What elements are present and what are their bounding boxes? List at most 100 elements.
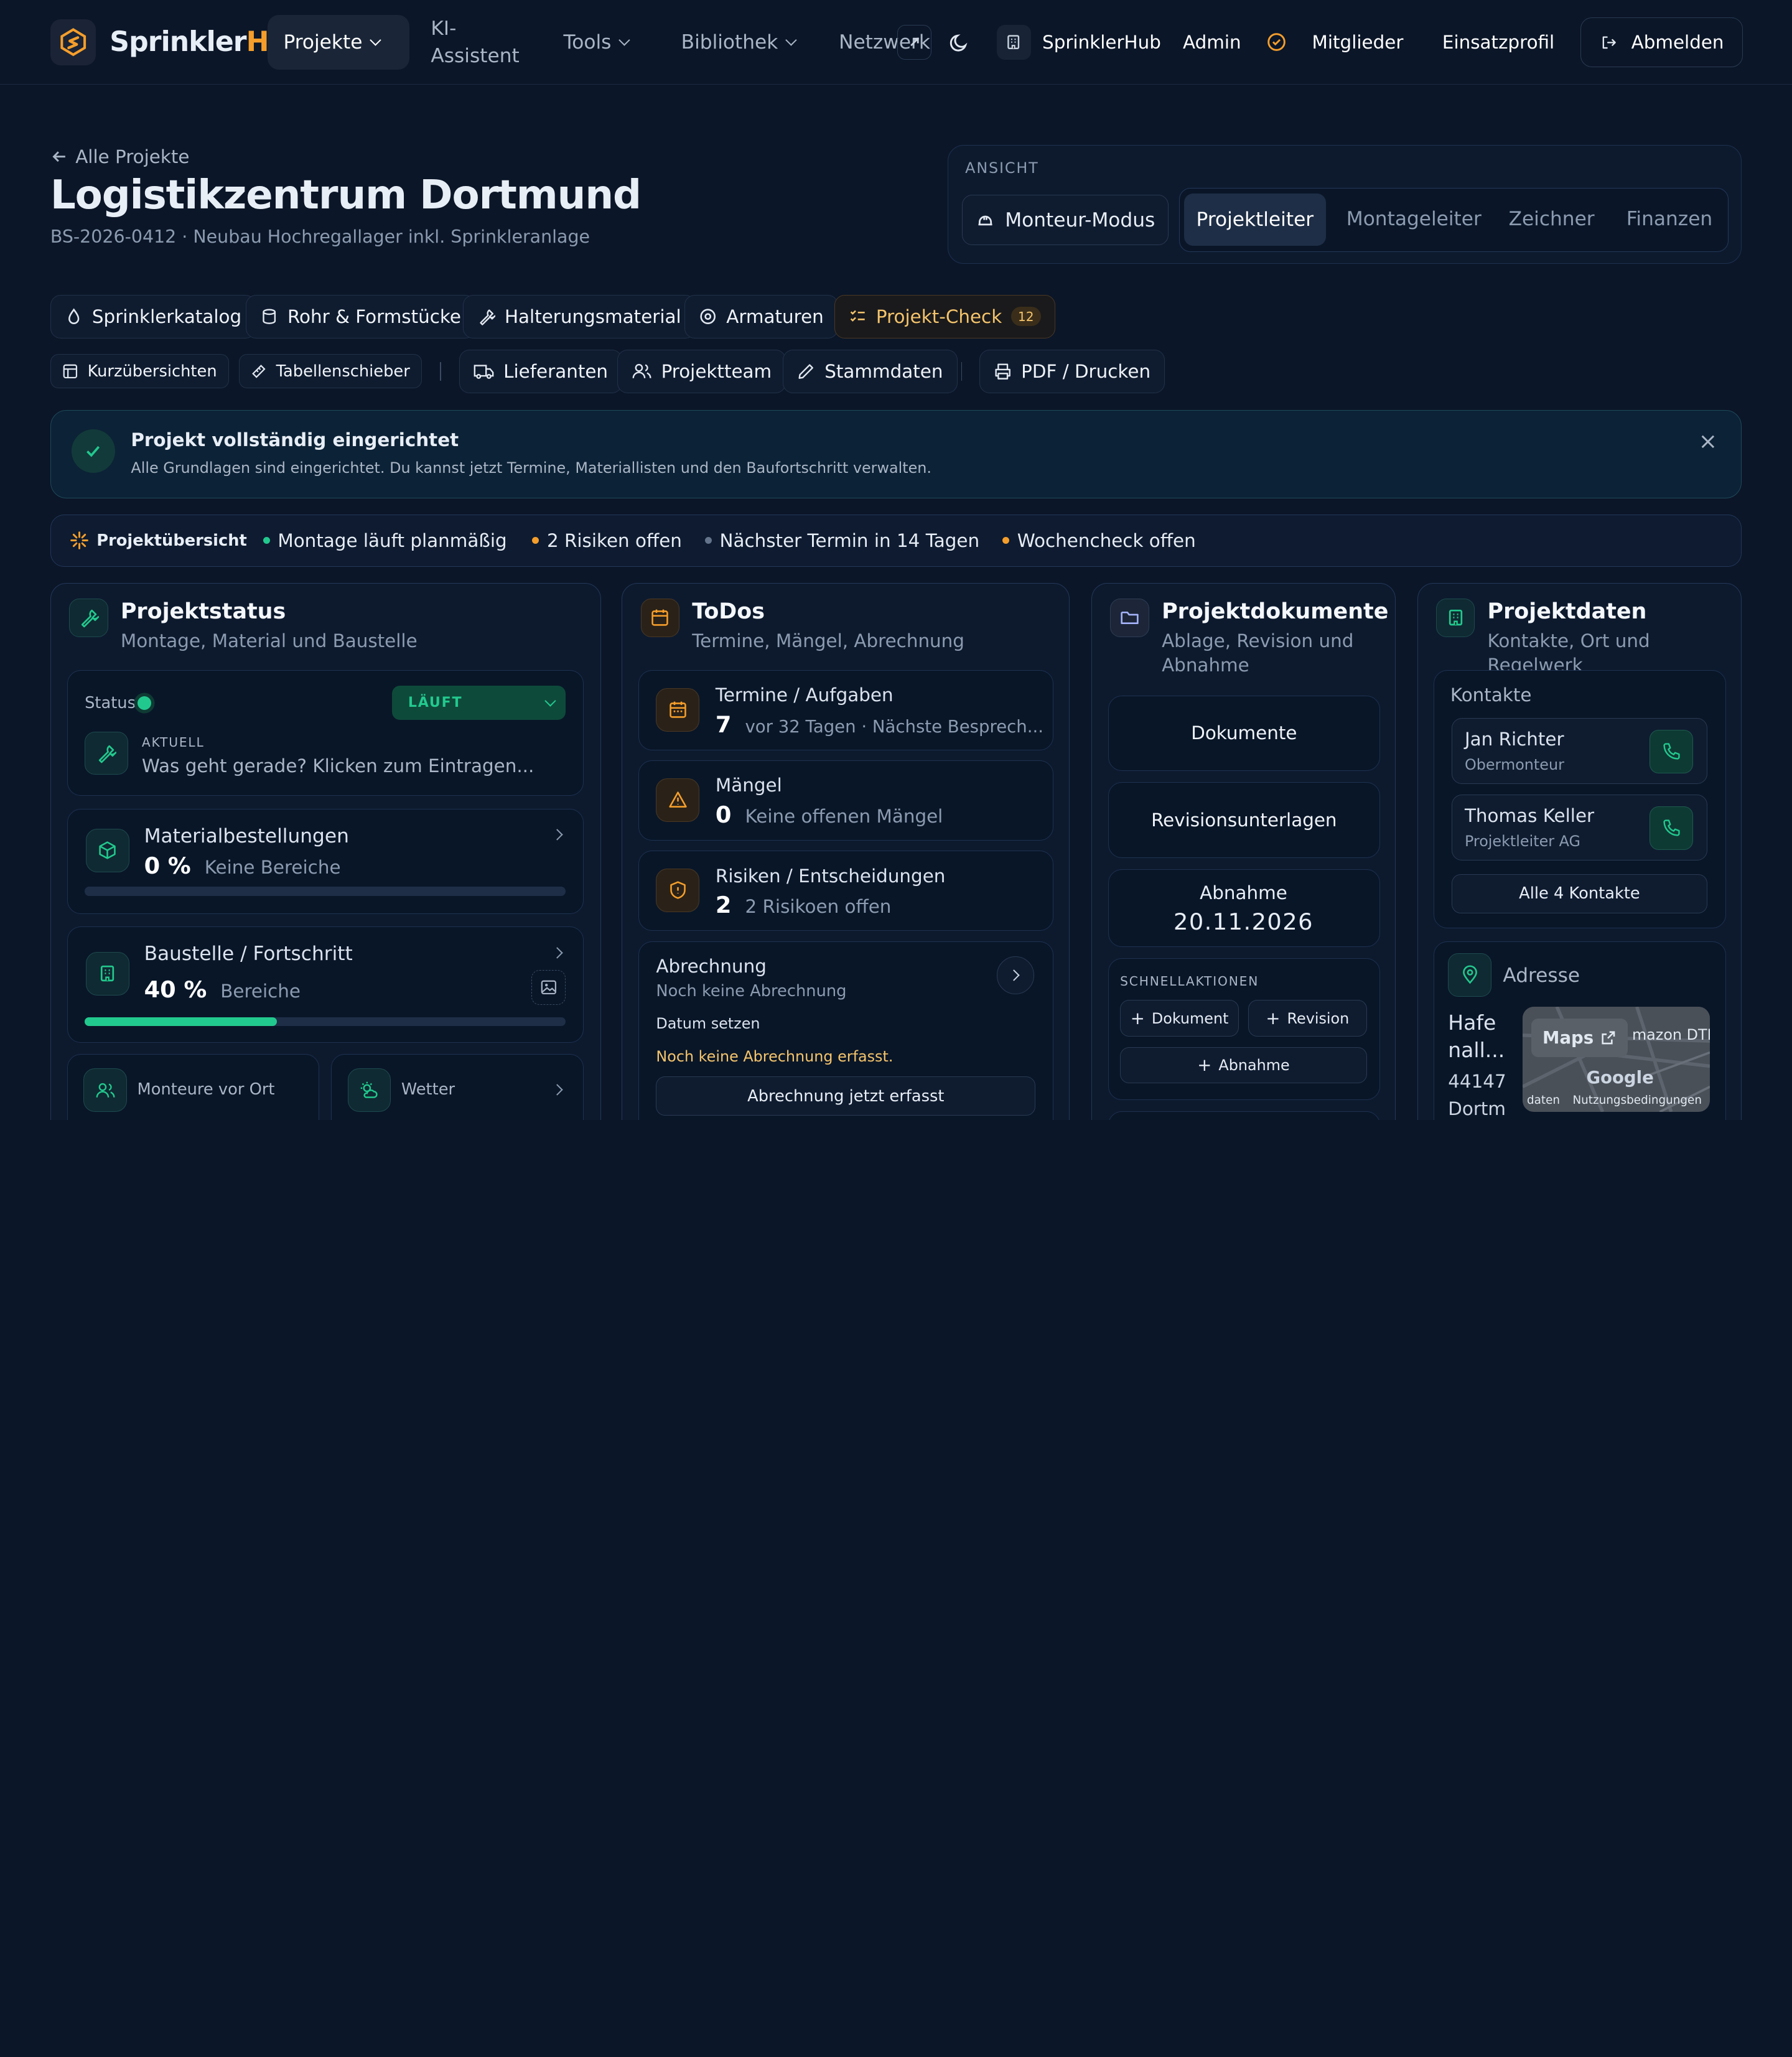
users-icon xyxy=(83,1068,127,1112)
stammdaten-button[interactable]: Stammdaten xyxy=(783,350,958,393)
card-title: Projektdokumente xyxy=(1162,599,1389,625)
status-dot xyxy=(532,537,539,544)
projektteam-button[interactable]: Projektteam xyxy=(617,350,786,393)
toolbar-divider xyxy=(440,362,441,381)
todo-termine[interactable]: Termine / Aufgaben 7 vor 32 Tagen · Nächs… xyxy=(638,670,1053,750)
nav-ki-assistent[interactable]: KI- Assistent xyxy=(431,0,519,85)
documents-card: Projektdokumente Ablage, Revision und Ab… xyxy=(1091,582,1396,1120)
material-orders-panel[interactable]: Materialbestellungen 0 % Keine Bereiche xyxy=(67,808,584,914)
overview-item: Nächster Termin in 14 Tagen xyxy=(719,529,980,551)
nav-mitglieder[interactable]: Mitglieder xyxy=(1312,0,1404,85)
ruler-icon xyxy=(252,365,266,378)
todo-maengel[interactable]: Mängel 0 Keine offenen Mängel xyxy=(638,760,1053,841)
nav-tools[interactable]: Tools xyxy=(563,0,630,85)
halterungsmaterial-button[interactable]: Halterungsmaterial xyxy=(462,294,696,338)
wrench-icon xyxy=(69,598,108,638)
page-title: Logistikzentrum Dortmund xyxy=(50,171,642,218)
todo-note: Keine offenen Mängel xyxy=(745,805,943,827)
card-title: Projektstatus xyxy=(120,599,286,625)
tabellenschieber-button[interactable]: Tabellenschieber xyxy=(238,354,422,389)
revision-docs-button[interactable]: Revisionsunterlagen xyxy=(1108,782,1380,858)
acceptance-panel[interactable]: Abnahme 20.11.2026 xyxy=(1108,869,1380,947)
tab-montageleiter[interactable]: Montageleiter xyxy=(1346,208,1482,230)
wrench-icon xyxy=(480,309,496,325)
monteure-panel[interactable]: Monteure vor Ort xyxy=(67,1054,320,1120)
tab-projektleiter[interactable]: Projektleiter xyxy=(1183,193,1326,246)
phone-icon[interactable] xyxy=(1650,806,1694,850)
all-contacts-button[interactable]: Alle 4 Kontakte xyxy=(1451,874,1708,913)
wrench-icon xyxy=(85,731,128,775)
chevron-down-icon xyxy=(544,694,556,707)
pdf-drucken-button[interactable]: PDF / Drucken xyxy=(979,350,1165,393)
org-switcher[interactable]: SprinklerHub xyxy=(996,0,1161,85)
nav-einsatzprofil[interactable]: Einsatzprofil xyxy=(1442,0,1554,85)
address-city: Dortm xyxy=(1448,1098,1506,1120)
external-link-icon[interactable] xyxy=(897,25,931,60)
documents-button[interactable]: Dokumente xyxy=(1108,695,1380,771)
billing-open-button[interactable] xyxy=(996,956,1035,995)
close-icon[interactable] xyxy=(1700,434,1716,450)
kurzuebersichten-button[interactable]: Kurzübersichten xyxy=(50,354,229,389)
current-activity-input[interactable]: Was geht gerade? Klicken zum Eintragen..… xyxy=(142,755,534,777)
open-maps-button[interactable]: Maps xyxy=(1531,1018,1628,1058)
weather-panel[interactable]: Wetter xyxy=(330,1054,584,1120)
back-link[interactable]: Alle Projekte xyxy=(50,146,189,167)
shield-icon xyxy=(656,869,700,912)
image-upload-icon[interactable] xyxy=(531,970,566,1005)
site-progress-panel[interactable]: Baustelle / Fortschritt 40 % Bereiche xyxy=(67,926,584,1043)
contacts-panel: Kontakte Jan Richter Obermonteur Thomas … xyxy=(1434,670,1727,929)
armaturen-button[interactable]: Armaturen xyxy=(684,294,838,338)
moon-icon[interactable] xyxy=(948,31,971,54)
quick-revision-button[interactable]: + Revision xyxy=(1248,1000,1367,1037)
chevron-down-icon xyxy=(370,34,381,46)
tab-zeichner[interactable]: Zeichner xyxy=(1509,208,1595,230)
tab-finanzen[interactable]: Finanzen xyxy=(1626,208,1712,230)
map-thumbnail[interactable]: Maps mazon DTM Google daten Nutzungsbedi… xyxy=(1522,1007,1710,1112)
address-label: Adresse xyxy=(1503,964,1580,987)
quick-abnahme-button[interactable]: + Abnahme xyxy=(1120,1047,1367,1084)
site-title: Baustelle / Fortschritt xyxy=(144,943,353,966)
address-zip: 44147 xyxy=(1448,1071,1506,1093)
phone-icon[interactable] xyxy=(1650,729,1694,773)
status-select[interactable]: LÄUFT xyxy=(392,686,566,721)
billing-date-link[interactable]: Datum setzen xyxy=(656,1015,760,1032)
card-title: Projektdaten xyxy=(1487,599,1647,625)
todo-risiken[interactable]: Risiken / Entscheidungen 2 2 Risikoen off… xyxy=(638,851,1053,931)
chevron-down-icon xyxy=(785,34,797,46)
site-note: Bereiche xyxy=(220,980,301,1002)
todo-title: Risiken / Entscheidungen xyxy=(715,865,946,887)
banner-title: Projekt vollständig eingerichtet xyxy=(131,429,459,450)
quick-dokument-button[interactable]: + Dokument xyxy=(1120,1000,1239,1037)
site-percent: 40 % xyxy=(144,976,207,1003)
billing-create-button[interactable]: Abrechnung jetzt erfasst xyxy=(656,1076,1036,1116)
contact-role: Obermonteur xyxy=(1464,756,1564,774)
logout-button[interactable]: Abmelden xyxy=(1580,17,1743,68)
role-tabs: Projektleiter Montageleiter Zeichner Fin… xyxy=(1178,188,1729,253)
logout-icon xyxy=(1602,36,1616,49)
monteur-mode-button[interactable]: Monteur-Modus xyxy=(961,195,1169,246)
nav-projekte[interactable]: Projekte xyxy=(267,14,409,70)
billing-warning: Noch keine Abrechnung erfasst. xyxy=(656,1048,894,1066)
rohr-formstuecke-button[interactable]: Rohr & Formstücke xyxy=(245,294,475,338)
sprinklerkatalog-button[interactable]: Sprinklerkatalog xyxy=(50,294,256,338)
map-terms-link[interactable]: Nutzungsbedingungen xyxy=(1572,1094,1702,1107)
building-icon xyxy=(996,25,1031,60)
weather-icon xyxy=(347,1068,391,1112)
view-label: ANSICHT xyxy=(965,159,1039,177)
acceptance-label: Abnahme xyxy=(1200,882,1287,904)
nav-bibliothek[interactable]: Bibliothek xyxy=(681,0,797,85)
status-panel: Status LÄUFT AKTUELL Was geht gerade? Kl… xyxy=(67,670,584,796)
calendar-icon xyxy=(656,688,700,732)
toolbar-divider xyxy=(961,362,963,381)
lieferanten-button[interactable]: Lieferanten xyxy=(459,350,623,393)
contact-card[interactable]: Jan Richter Obermonteur xyxy=(1451,717,1708,785)
nav-admin[interactable]: Admin xyxy=(1183,0,1241,85)
contact-card[interactable]: Thomas Keller Projektleiter AG xyxy=(1451,794,1708,861)
checklist-icon xyxy=(850,310,865,322)
view-panel: ANSICHT Monteur-Modus Projektleiter Mont… xyxy=(947,145,1742,264)
table-icon xyxy=(63,364,78,379)
map-data-label: daten xyxy=(1526,1093,1561,1107)
material-title: Materialbestellungen xyxy=(144,825,349,848)
status-dot xyxy=(704,537,712,544)
projekt-check-button[interactable]: Projekt-Check 12 xyxy=(834,294,1055,338)
